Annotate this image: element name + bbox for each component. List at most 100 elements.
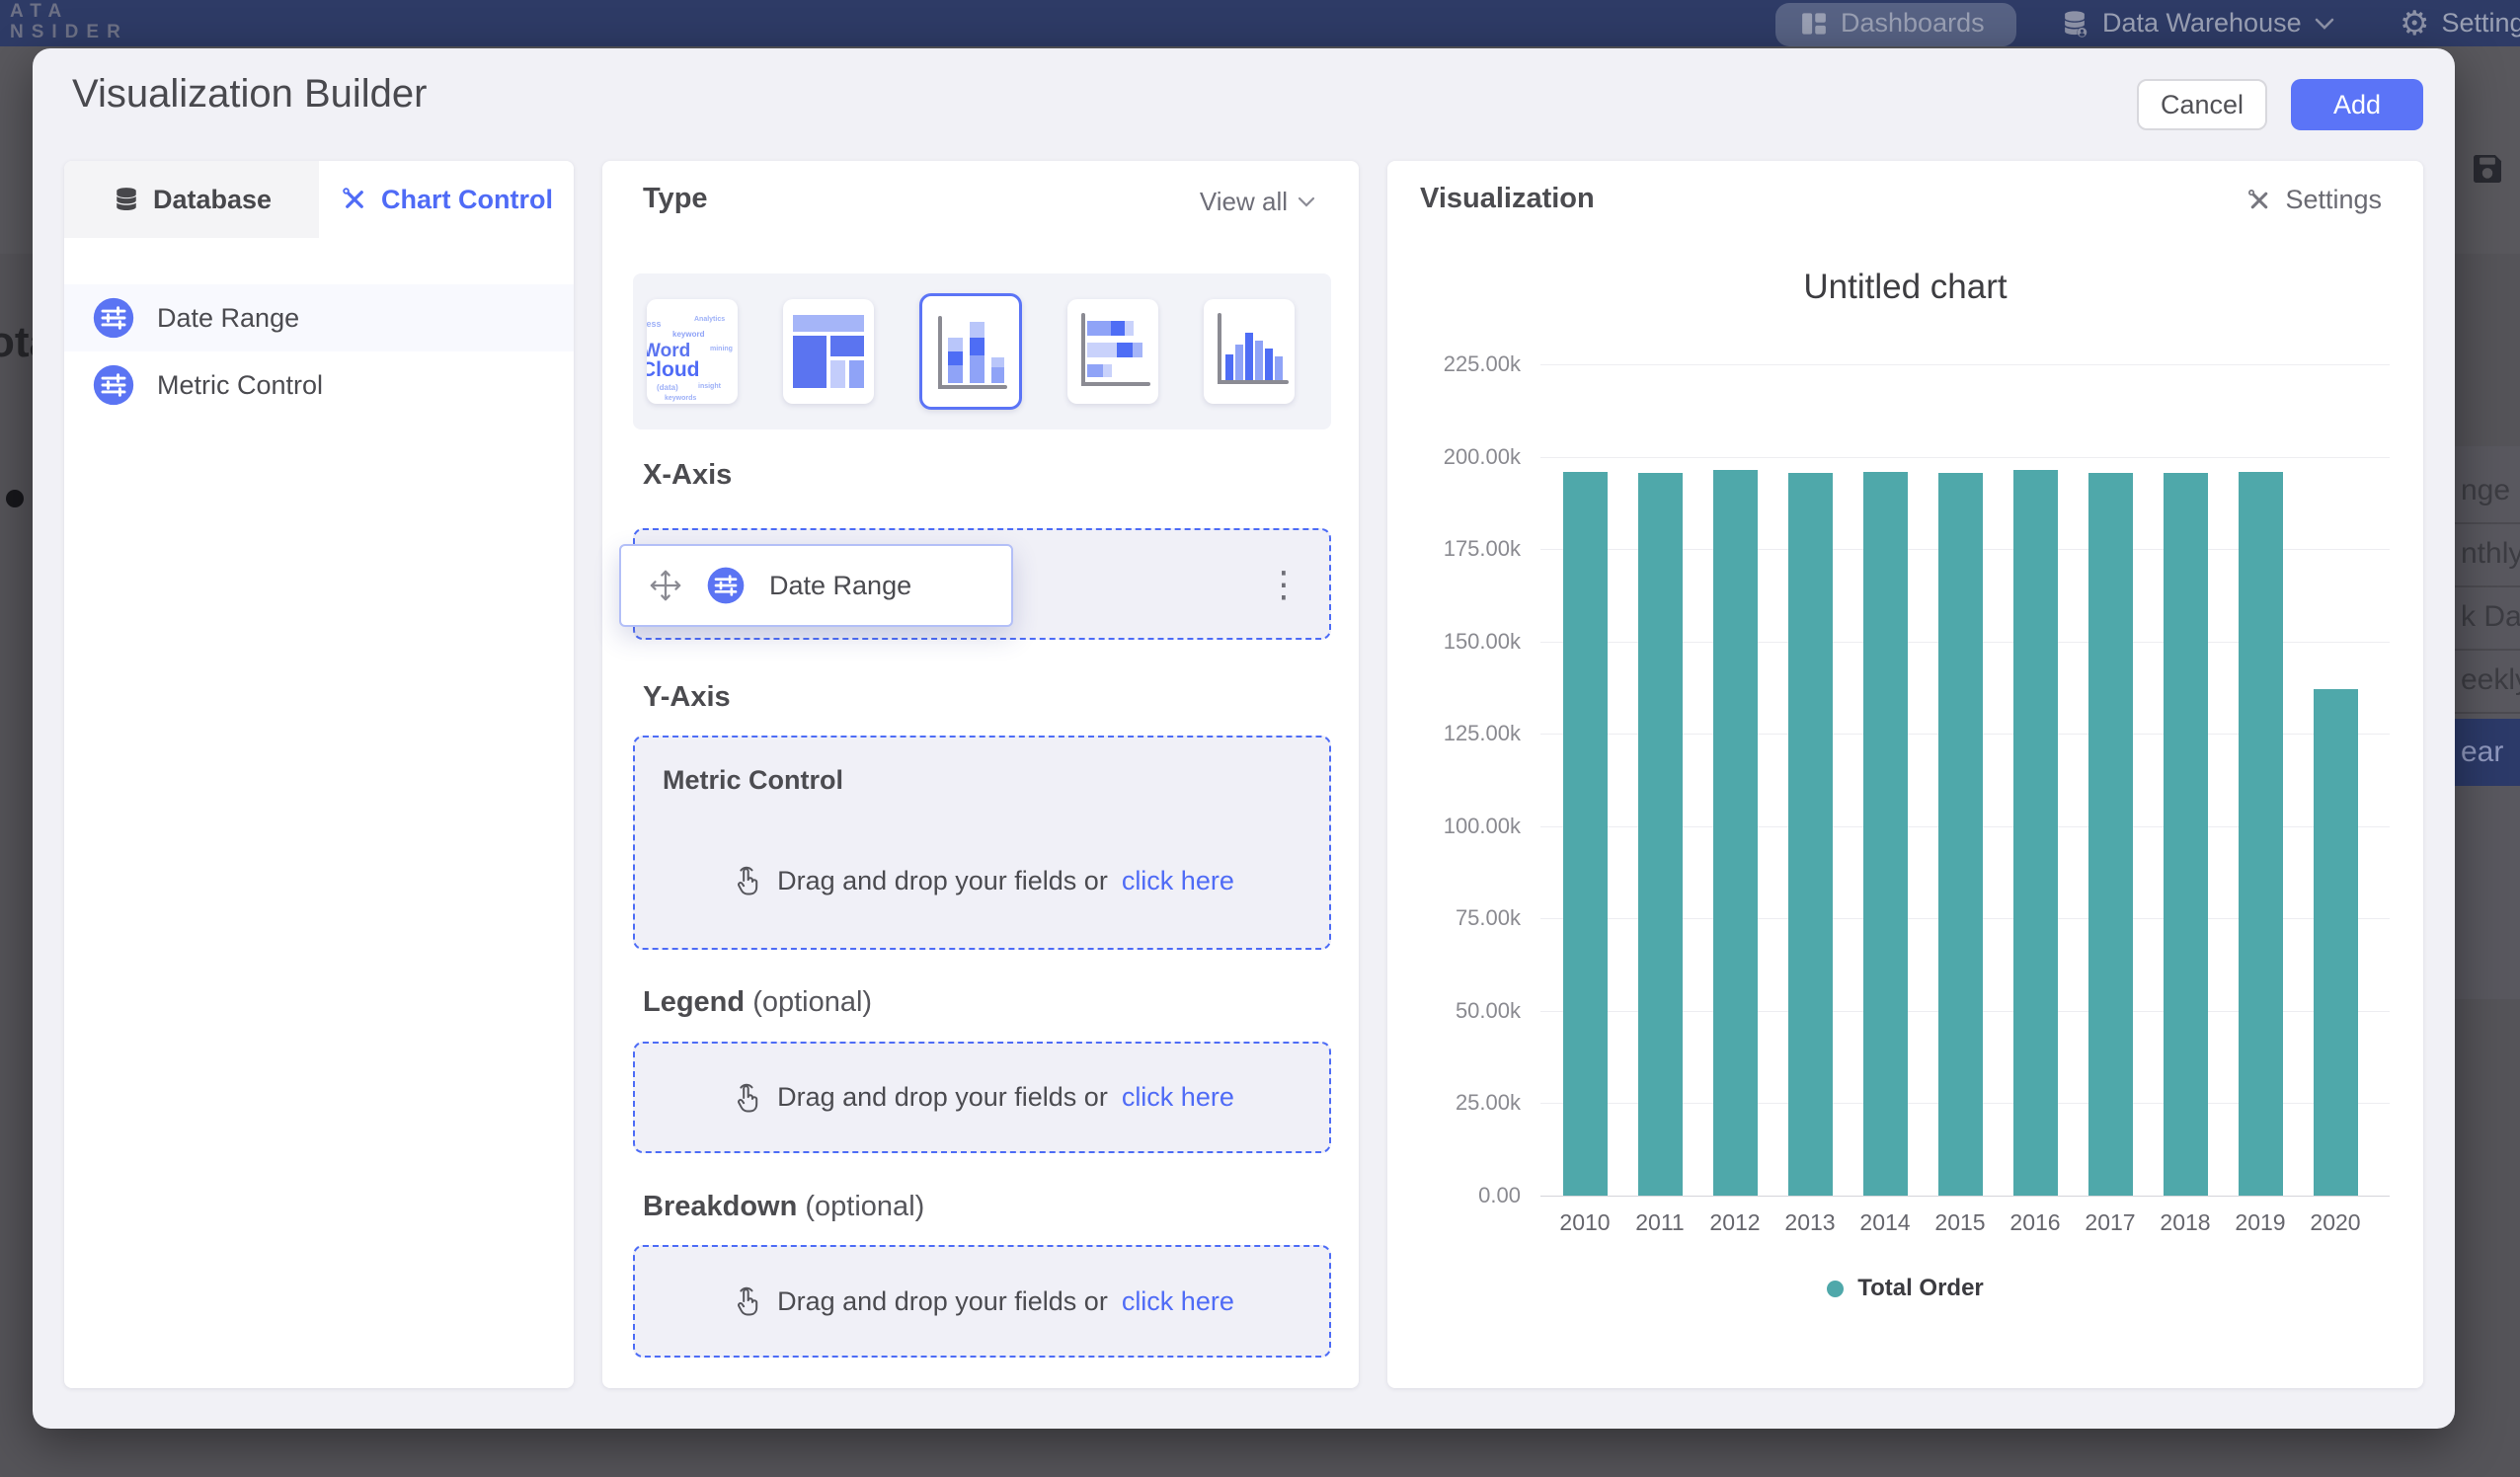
bar-2017[interactable] bbox=[2088, 473, 2133, 1196]
legend-label: Legend bbox=[643, 986, 745, 1018]
legend-optional: (optional) bbox=[752, 986, 872, 1018]
click-here-link[interactable]: click here bbox=[1122, 866, 1234, 896]
field-item-metric-control[interactable]: Metric Control bbox=[64, 351, 574, 419]
drop-text: Drag and drop your fields or bbox=[777, 1286, 1108, 1317]
x-axis-tick-label: 2010 bbox=[1559, 1209, 1610, 1236]
type-option-treemap[interactable] bbox=[783, 299, 874, 404]
tools-icon bbox=[340, 185, 369, 214]
drop-text: Drag and drop your fields or bbox=[777, 866, 1108, 896]
save-icon[interactable] bbox=[2467, 148, 2508, 194]
type-option-column[interactable] bbox=[1204, 299, 1295, 404]
breakdown-optional: (optional) bbox=[805, 1191, 924, 1222]
bar-2012[interactable] bbox=[1713, 470, 1758, 1196]
database-icon bbox=[112, 185, 141, 214]
view-all-label: View all bbox=[1200, 187, 1288, 217]
bar-2010[interactable] bbox=[1563, 472, 1608, 1196]
kebab-menu-icon[interactable]: ⋮ bbox=[1266, 567, 1301, 602]
backdrop-bullet bbox=[6, 490, 24, 507]
y-axis-tick-label: 50.00k bbox=[1432, 998, 1521, 1024]
chart-legend: Total Order bbox=[1387, 1275, 2423, 1302]
breakdown-section-label: Breakdown (optional) bbox=[643, 1191, 924, 1223]
legend-dropzone[interactable]: Drag and drop your fields or click here bbox=[633, 1042, 1331, 1153]
svg-text:keywords: keywords bbox=[665, 395, 696, 402]
y-axis-zone-title: Metric Control bbox=[663, 765, 843, 796]
bar-2013[interactable] bbox=[1788, 473, 1833, 1196]
y-axis-tick-label: 25.00k bbox=[1432, 1090, 1521, 1116]
backdrop-menu-item[interactable]: k Date bbox=[2461, 600, 2520, 634]
date-range-chip[interactable]: Date Range bbox=[619, 544, 1013, 627]
backdrop-menu-item[interactable]: eekly bbox=[2461, 663, 2520, 697]
type-option-stacked-column[interactable] bbox=[919, 293, 1022, 410]
legend-dot-icon bbox=[1827, 1281, 1844, 1297]
x-axis-tick-label: 2015 bbox=[1934, 1209, 1985, 1236]
chart-title: Untitled chart bbox=[1387, 268, 2423, 307]
modal-title: Visualization Builder bbox=[72, 72, 427, 117]
field-item-date-range[interactable]: Date Range bbox=[64, 284, 574, 351]
cancel-button[interactable]: Cancel bbox=[2137, 79, 2267, 130]
tab-database[interactable]: Database bbox=[64, 161, 319, 238]
y-axis-tick-label: 200.00k bbox=[1432, 444, 1521, 470]
tools-icon bbox=[2245, 187, 2273, 214]
menu-separator bbox=[2455, 649, 2520, 651]
app-logo: ATA NSIDER bbox=[10, 1, 128, 42]
backdrop-menu-item-selected[interactable]: ear bbox=[2455, 719, 2520, 786]
x-axis-tick-label: 2019 bbox=[2235, 1209, 2285, 1236]
nav-item-dashboards[interactable]: Dashboards bbox=[1799, 0, 1985, 46]
x-axis-tick-label: 2014 bbox=[1859, 1209, 1910, 1236]
chevron-down-icon bbox=[2314, 17, 2335, 31]
menu-separator bbox=[2455, 522, 2520, 524]
bar-2014[interactable] bbox=[1863, 472, 1908, 1196]
nav-item-settings[interactable]: ⚙ Settings bbox=[2400, 0, 2520, 46]
y-axis-dropzone[interactable]: Metric Control Drag and drop your fields… bbox=[633, 736, 1331, 950]
x-axis-tick-label: 2020 bbox=[2310, 1209, 2360, 1236]
svg-text:mining: mining bbox=[710, 346, 733, 352]
drop-text: Drag and drop your fields or bbox=[777, 1082, 1108, 1113]
legend-section-label: Legend (optional) bbox=[643, 986, 872, 1019]
y-axis-tick-label: 150.00k bbox=[1432, 629, 1521, 655]
svg-text:Cloud: Cloud bbox=[647, 358, 699, 381]
visualization-header: Visualization bbox=[1420, 183, 1595, 215]
breakdown-dropzone[interactable]: Drag and drop your fields or click here bbox=[633, 1245, 1331, 1358]
x-axis-tick-label: 2017 bbox=[2085, 1209, 2135, 1236]
x-axis-tick-label: 2016 bbox=[2009, 1209, 2060, 1236]
bar-2019[interactable] bbox=[2239, 472, 2283, 1196]
bar-2020[interactable] bbox=[2314, 689, 2358, 1196]
click-here-link[interactable]: click here bbox=[1122, 1286, 1234, 1317]
menu-separator bbox=[2455, 712, 2520, 714]
chip-label: Date Range bbox=[769, 571, 911, 601]
breakdown-label: Breakdown bbox=[643, 1191, 797, 1222]
bar-2015[interactable] bbox=[1938, 473, 1983, 1196]
x-axis-tick-label: 2018 bbox=[2160, 1209, 2210, 1236]
bar-2011[interactable] bbox=[1638, 473, 1683, 1196]
field-item-label: Date Range bbox=[157, 303, 299, 334]
backdrop-menu-item[interactable]: nthly bbox=[2461, 537, 2520, 571]
nav-item-data-warehouse[interactable]: Data Warehouse bbox=[2059, 0, 2335, 46]
data-warehouse-icon bbox=[2059, 8, 2090, 39]
visualization-builder-modal: Visualization Builder Cancel Add Databas… bbox=[33, 48, 2455, 1429]
svg-text:ness: ness bbox=[647, 319, 662, 329]
tab-database-label: Database bbox=[153, 185, 272, 215]
tab-chart-control[interactable]: Chart Control bbox=[319, 161, 574, 238]
type-option-stacked-bar[interactable] bbox=[1067, 299, 1158, 404]
gridline bbox=[1540, 457, 2390, 458]
top-nav-bar: ATA NSIDER Dashboards Data Warehouse bbox=[0, 0, 2520, 46]
type-option-word-cloud[interactable]: ness Analytics keyword Word mining Cloud… bbox=[647, 299, 738, 404]
x-axis-tick-label: 2011 bbox=[1635, 1209, 1684, 1236]
nav-data-warehouse-label: Data Warehouse bbox=[2102, 8, 2302, 39]
y-axis-tick-label: 75.00k bbox=[1432, 905, 1521, 931]
field-item-label: Metric Control bbox=[157, 370, 323, 401]
backdrop-menu-item[interactable]: nge bbox=[2461, 474, 2510, 507]
bar-2018[interactable] bbox=[2164, 473, 2208, 1196]
click-here-link[interactable]: click here bbox=[1122, 1082, 1234, 1113]
y-axis-label: Y-Axis bbox=[643, 681, 731, 714]
control-sliders-icon bbox=[706, 566, 746, 605]
chart-settings-button[interactable]: Settings bbox=[2245, 185, 2382, 215]
x-axis-tick-label: 2013 bbox=[1784, 1209, 1835, 1236]
add-button[interactable]: Add bbox=[2291, 79, 2423, 130]
settings-label: Settings bbox=[2285, 185, 2382, 215]
bar-2016[interactable] bbox=[2013, 470, 2058, 1196]
svg-text:insight: insight bbox=[698, 383, 722, 390]
click-hand-icon bbox=[730, 1284, 763, 1318]
gridline bbox=[1540, 1196, 2390, 1197]
view-all-dropdown[interactable]: View all bbox=[1200, 187, 1315, 217]
